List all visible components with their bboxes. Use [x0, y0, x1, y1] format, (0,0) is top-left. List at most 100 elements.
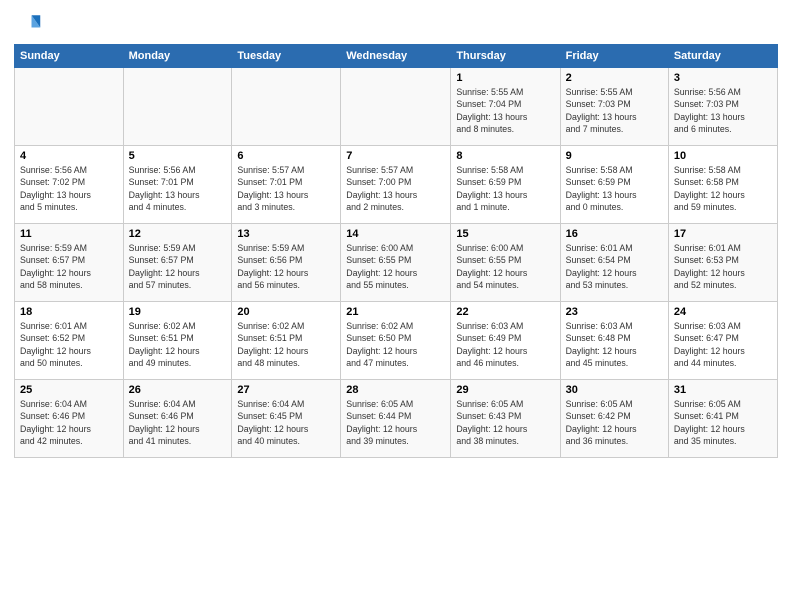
- calendar-day-cell: 16 Sunrise: 6:01 AMSunset: 6:54 PMDayligh…: [560, 224, 668, 302]
- calendar-day-cell: 13 Sunrise: 5:59 AMSunset: 6:56 PMDayligh…: [232, 224, 341, 302]
- weekday-header: Sunday: [15, 45, 124, 68]
- calendar-table: SundayMondayTuesdayWednesdayThursdayFrid…: [14, 44, 778, 458]
- calendar-day-cell: 18 Sunrise: 6:01 AMSunset: 6:52 PMDayligh…: [15, 302, 124, 380]
- calendar-day-cell: 2 Sunrise: 5:55 AMSunset: 7:03 PMDaylight…: [560, 68, 668, 146]
- day-info: Sunrise: 5:56 AMSunset: 7:01 PMDaylight:…: [129, 164, 227, 213]
- weekday-header: Saturday: [668, 45, 777, 68]
- day-info: Sunrise: 5:58 AMSunset: 6:59 PMDaylight:…: [566, 164, 663, 213]
- calendar-day-cell: 1Sunrise: 5:55 AMSunset: 7:04 PMDaylight…: [451, 68, 560, 146]
- calendar-day-cell: 5 Sunrise: 5:56 AMSunset: 7:01 PMDaylight…: [123, 146, 232, 224]
- day-info: Sunrise: 6:04 AMSunset: 6:45 PMDaylight:…: [237, 398, 335, 447]
- day-info: Sunrise: 6:05 AMSunset: 6:43 PMDaylight:…: [456, 398, 554, 447]
- day-number: 27: [237, 384, 335, 396]
- day-info: Sunrise: 5:55 AMSunset: 7:03 PMDaylight:…: [566, 86, 663, 135]
- calendar-week-row: 11 Sunrise: 5:59 AMSunset: 6:57 PMDayligh…: [15, 224, 778, 302]
- day-number: 13: [237, 228, 335, 240]
- day-number: 21: [346, 306, 445, 318]
- day-info: Sunrise: 6:01 AMSunset: 6:54 PMDaylight:…: [566, 242, 663, 291]
- weekday-header: Monday: [123, 45, 232, 68]
- calendar-day-cell: 4 Sunrise: 5:56 AMSunset: 7:02 PMDaylight…: [15, 146, 124, 224]
- day-number: 14: [346, 228, 445, 240]
- day-number: 12: [129, 228, 227, 240]
- day-info: Sunrise: 6:03 AMSunset: 6:48 PMDaylight:…: [566, 320, 663, 369]
- calendar-day-cell: 28 Sunrise: 6:05 AMSunset: 6:44 PMDayligh…: [341, 380, 451, 458]
- calendar-week-row: 1Sunrise: 5:55 AMSunset: 7:04 PMDaylight…: [15, 68, 778, 146]
- page-header: [14, 10, 778, 38]
- day-number: 5: [129, 150, 227, 162]
- day-number: 30: [566, 384, 663, 396]
- calendar-day-cell: 6 Sunrise: 5:57 AMSunset: 7:01 PMDaylight…: [232, 146, 341, 224]
- calendar-day-cell: 3Sunrise: 5:56 AMSunset: 7:03 PMDaylight…: [668, 68, 777, 146]
- day-info: Sunrise: 6:04 AMSunset: 6:46 PMDaylight:…: [20, 398, 118, 447]
- calendar-day-cell: 17 Sunrise: 6:01 AMSunset: 6:53 PMDayligh…: [668, 224, 777, 302]
- day-number: 1: [456, 72, 554, 84]
- day-number: 9: [566, 150, 663, 162]
- day-info: Sunrise: 5:56 AMSunset: 7:02 PMDaylight:…: [20, 164, 118, 213]
- day-info: Sunrise: 5:57 AMSunset: 7:01 PMDaylight:…: [237, 164, 335, 213]
- day-number: 11: [20, 228, 118, 240]
- day-number: 19: [129, 306, 227, 318]
- calendar-day-cell: 26 Sunrise: 6:04 AMSunset: 6:46 PMDayligh…: [123, 380, 232, 458]
- day-number: 23: [566, 306, 663, 318]
- calendar-day-cell: 25 Sunrise: 6:04 AMSunset: 6:46 PMDayligh…: [15, 380, 124, 458]
- calendar-header-row: SundayMondayTuesdayWednesdayThursdayFrid…: [15, 45, 778, 68]
- calendar-day-cell: 7 Sunrise: 5:57 AMSunset: 7:00 PMDaylight…: [341, 146, 451, 224]
- calendar-day-cell: 22Sunrise: 6:03 AMSunset: 6:49 PMDayligh…: [451, 302, 560, 380]
- calendar-day-cell: 30Sunrise: 6:05 AMSunset: 6:42 PMDayligh…: [560, 380, 668, 458]
- logo-icon: [14, 10, 42, 38]
- day-info: Sunrise: 5:58 AMSunset: 6:59 PMDaylight:…: [456, 164, 554, 213]
- calendar-day-cell: 24 Sunrise: 6:03 AMSunset: 6:47 PMDayligh…: [668, 302, 777, 380]
- day-number: 6: [237, 150, 335, 162]
- calendar-day-cell: 20 Sunrise: 6:02 AMSunset: 6:51 PMDayligh…: [232, 302, 341, 380]
- day-info: Sunrise: 6:02 AMSunset: 6:50 PMDaylight:…: [346, 320, 445, 369]
- day-number: 28: [346, 384, 445, 396]
- calendar-day-cell: [232, 68, 341, 146]
- day-number: 24: [674, 306, 772, 318]
- day-number: 4: [20, 150, 118, 162]
- day-number: 31: [674, 384, 772, 396]
- day-info: Sunrise: 5:59 AMSunset: 6:57 PMDaylight:…: [20, 242, 118, 291]
- day-info: Sunrise: 6:05 AMSunset: 6:41 PMDaylight:…: [674, 398, 772, 447]
- day-number: 15: [456, 228, 554, 240]
- calendar-day-cell: 27 Sunrise: 6:04 AMSunset: 6:45 PMDayligh…: [232, 380, 341, 458]
- day-info: Sunrise: 6:01 AMSunset: 6:53 PMDaylight:…: [674, 242, 772, 291]
- day-info: Sunrise: 6:03 AMSunset: 6:47 PMDaylight:…: [674, 320, 772, 369]
- calendar-day-cell: [341, 68, 451, 146]
- calendar-day-cell: 31 Sunrise: 6:05 AMSunset: 6:41 PMDayligh…: [668, 380, 777, 458]
- day-number: 7: [346, 150, 445, 162]
- page-container: SundayMondayTuesdayWednesdayThursdayFrid…: [0, 0, 792, 612]
- day-info: Sunrise: 6:01 AMSunset: 6:52 PMDaylight:…: [20, 320, 118, 369]
- calendar-day-cell: 15Sunrise: 6:00 AMSunset: 6:55 PMDayligh…: [451, 224, 560, 302]
- calendar-day-cell: 9 Sunrise: 5:58 AMSunset: 6:59 PMDaylight…: [560, 146, 668, 224]
- day-number: 25: [20, 384, 118, 396]
- logo: [14, 10, 46, 38]
- calendar-day-cell: [15, 68, 124, 146]
- day-number: 3: [674, 72, 772, 84]
- day-number: 18: [20, 306, 118, 318]
- day-number: 26: [129, 384, 227, 396]
- day-info: Sunrise: 5:59 AMSunset: 6:57 PMDaylight:…: [129, 242, 227, 291]
- calendar-day-cell: 21 Sunrise: 6:02 AMSunset: 6:50 PMDayligh…: [341, 302, 451, 380]
- day-info: Sunrise: 5:59 AMSunset: 6:56 PMDaylight:…: [237, 242, 335, 291]
- day-info: Sunrise: 6:00 AMSunset: 6:55 PMDaylight:…: [346, 242, 445, 291]
- day-info: Sunrise: 6:02 AMSunset: 6:51 PMDaylight:…: [237, 320, 335, 369]
- calendar-day-cell: 23 Sunrise: 6:03 AMSunset: 6:48 PMDayligh…: [560, 302, 668, 380]
- weekday-header: Wednesday: [341, 45, 451, 68]
- calendar-body: 1Sunrise: 5:55 AMSunset: 7:04 PMDaylight…: [15, 68, 778, 458]
- day-number: 16: [566, 228, 663, 240]
- day-number: 2: [566, 72, 663, 84]
- calendar-day-cell: 10Sunrise: 5:58 AMSunset: 6:58 PMDayligh…: [668, 146, 777, 224]
- day-info: Sunrise: 6:04 AMSunset: 6:46 PMDaylight:…: [129, 398, 227, 447]
- day-info: Sunrise: 5:57 AMSunset: 7:00 PMDaylight:…: [346, 164, 445, 213]
- day-number: 8: [456, 150, 554, 162]
- weekday-header: Tuesday: [232, 45, 341, 68]
- calendar-week-row: 25 Sunrise: 6:04 AMSunset: 6:46 PMDayligh…: [15, 380, 778, 458]
- calendar-week-row: 18 Sunrise: 6:01 AMSunset: 6:52 PMDayligh…: [15, 302, 778, 380]
- calendar-day-cell: 11 Sunrise: 5:59 AMSunset: 6:57 PMDayligh…: [15, 224, 124, 302]
- calendar-day-cell: [123, 68, 232, 146]
- day-number: 20: [237, 306, 335, 318]
- calendar-day-cell: 8 Sunrise: 5:58 AMSunset: 6:59 PMDaylight…: [451, 146, 560, 224]
- day-number: 22: [456, 306, 554, 318]
- day-number: 17: [674, 228, 772, 240]
- day-info: Sunrise: 6:05 AMSunset: 6:44 PMDaylight:…: [346, 398, 445, 447]
